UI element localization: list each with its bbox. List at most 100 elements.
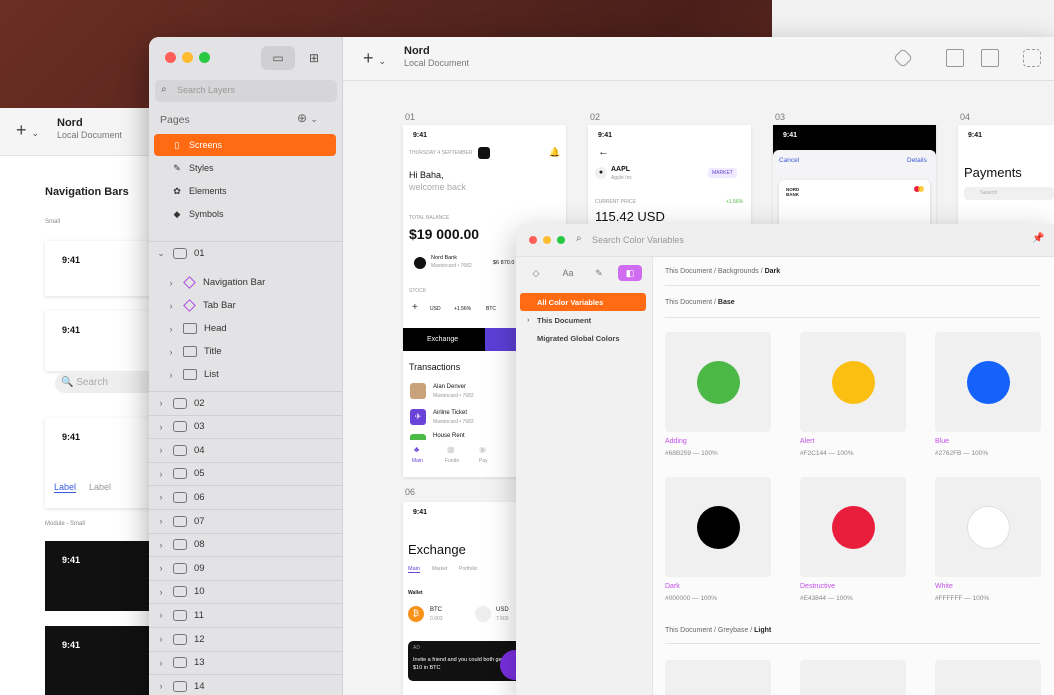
balance-label: TOTAL BALANCE bbox=[409, 215, 450, 221]
artboard-04[interactable]: 9:41 Payments Search bbox=[958, 125, 1054, 235]
minimize-button[interactable] bbox=[543, 236, 551, 244]
color-swatch-card[interactable] bbox=[800, 660, 906, 695]
promo-tag: AD bbox=[413, 645, 420, 651]
layer-navigation-bar[interactable]: › Navigation Bar bbox=[149, 271, 343, 294]
color-swatch-card[interactable] bbox=[665, 332, 771, 432]
page-item-symbols[interactable]: ◆ Symbols bbox=[154, 203, 336, 225]
tab-main: Main bbox=[408, 566, 420, 573]
layer-list[interactable]: › List bbox=[149, 363, 343, 386]
chevron-right-icon[interactable]: › bbox=[155, 422, 167, 432]
layer-artboard-12[interactable]: › 12 bbox=[149, 627, 343, 650]
price-label: CURRENT PRICE bbox=[595, 199, 637, 205]
artboard-icon bbox=[173, 586, 187, 598]
zoom-button[interactable] bbox=[557, 236, 565, 244]
layer-label: 10 bbox=[194, 586, 205, 598]
elements-icon: ✿ bbox=[173, 185, 181, 196]
search-layers-input[interactable]: ⌕ Search Layers bbox=[155, 80, 337, 102]
insert-icon[interactable]: + ⌄ bbox=[363, 48, 386, 69]
page-item-styles[interactable]: ✎ Styles bbox=[154, 157, 336, 179]
layer-artboard-03[interactable]: › 03 bbox=[149, 414, 343, 438]
artboard-number: 02 bbox=[590, 112, 601, 122]
exchange-button[interactable]: Exchange bbox=[403, 328, 485, 351]
pin-icon[interactable]: 📌 bbox=[1032, 233, 1044, 244]
chevron-right-icon[interactable]: › bbox=[155, 634, 167, 644]
artboard-03[interactable]: 9:41 Cancel Details NORD BANK bbox=[773, 125, 936, 235]
bank-line: BANK bbox=[786, 192, 799, 197]
artboard-number: 03 bbox=[775, 112, 786, 122]
sidebar-toggle-icon[interactable]: ▭ bbox=[261, 46, 295, 70]
item-all-color-variables[interactable]: All Color Variables bbox=[520, 293, 646, 311]
add-page-icon[interactable]: ⊕ ⌄ bbox=[297, 111, 318, 125]
layer-artboard-05[interactable]: › 05 bbox=[149, 461, 343, 485]
close-button[interactable] bbox=[529, 236, 537, 244]
chevron-right-icon[interactable]: › bbox=[155, 658, 167, 668]
download-icon[interactable] bbox=[981, 49, 999, 67]
page-item-screens[interactable]: ▯ Screens bbox=[154, 134, 336, 156]
layer-artboard-06[interactable]: › 06 bbox=[149, 485, 343, 508]
chevron-right-icon[interactable]: › bbox=[155, 516, 167, 526]
layer-artboard-08[interactable]: › 08 bbox=[149, 532, 343, 556]
pen-icon[interactable]: ✎ bbox=[587, 265, 611, 281]
layer-artboard-13[interactable]: › 13 bbox=[149, 650, 343, 674]
usd-value: 7 600 bbox=[496, 616, 509, 622]
chevron-right-icon[interactable]: › bbox=[155, 563, 167, 573]
layer-title[interactable]: › Title bbox=[149, 340, 343, 363]
item-this-document[interactable]: › This Document bbox=[520, 311, 646, 329]
artboard-02[interactable]: 9:41 ← ● AAPL Apple Inc MARKET CURRENT P… bbox=[588, 125, 751, 235]
add-icon: + bbox=[412, 302, 418, 313]
symbol-filter-icon[interactable]: ◇ bbox=[524, 265, 548, 281]
artboard-icon bbox=[173, 421, 187, 433]
pages-header: Pages bbox=[160, 114, 190, 126]
item-migrated-global-colors[interactable]: Migrated Global Colors bbox=[520, 329, 646, 347]
layer-head[interactable]: › Head bbox=[149, 317, 343, 340]
chevron-right-icon[interactable]: › bbox=[165, 370, 177, 380]
layer-artboard-02[interactable]: › 02 bbox=[149, 391, 343, 414]
color-swatch-card[interactable] bbox=[935, 660, 1041, 695]
upload-icon[interactable] bbox=[946, 49, 964, 67]
chevron-down-icon[interactable]: ⌄ bbox=[155, 248, 167, 259]
minimize-button[interactable] bbox=[182, 52, 193, 63]
small-label: Small bbox=[45, 219, 61, 225]
color-swatch-card[interactable] bbox=[935, 477, 1041, 577]
breadcrumb-path: This Document / bbox=[665, 299, 718, 306]
chevron-right-icon[interactable]: › bbox=[155, 398, 167, 408]
layer-artboard-01[interactable]: ⌄ 01 bbox=[149, 241, 343, 264]
swatch-icon[interactable]: ◧ bbox=[618, 265, 642, 281]
layer-artboard-10[interactable]: › 10 bbox=[149, 579, 343, 603]
layer-artboard-09[interactable]: › 09 bbox=[149, 556, 343, 579]
color-swatch-card[interactable] bbox=[665, 660, 771, 695]
add-icon[interactable]: + ⌄ bbox=[16, 120, 39, 141]
price-change: +1.56% bbox=[726, 199, 744, 205]
chevron-right-icon[interactable]: › bbox=[155, 492, 167, 502]
text-style-tab[interactable]: Aa bbox=[556, 265, 580, 281]
chevron-right-icon[interactable]: › bbox=[155, 540, 167, 550]
chevron-right-icon[interactable]: › bbox=[165, 301, 177, 311]
components-icon[interactable]: ⊞ bbox=[297, 46, 331, 70]
layer-artboard-07[interactable]: › 07 bbox=[149, 509, 343, 532]
color-swatch-card[interactable] bbox=[800, 332, 906, 432]
time-label: 9:41 bbox=[62, 432, 81, 442]
chevron-right-icon[interactable]: › bbox=[165, 278, 177, 288]
color-swatch-card[interactable] bbox=[800, 477, 906, 577]
layer-artboard-14[interactable]: › 14 bbox=[149, 674, 343, 695]
frame-icon[interactable] bbox=[1023, 49, 1041, 67]
color-swatch-card[interactable] bbox=[935, 332, 1041, 432]
zoom-button[interactable] bbox=[199, 52, 210, 63]
search-color-input[interactable]: Search Color Variables bbox=[592, 235, 684, 245]
layer-artboard-11[interactable]: › 11 bbox=[149, 603, 343, 626]
page-item-elements[interactable]: ✿ Elements bbox=[154, 180, 336, 202]
color-swatch-card[interactable] bbox=[665, 477, 771, 577]
chevron-right-icon[interactable]: › bbox=[155, 610, 167, 620]
chevron-right-icon[interactable]: › bbox=[155, 469, 167, 479]
close-button[interactable] bbox=[165, 52, 176, 63]
chevron-right-icon[interactable]: › bbox=[155, 445, 167, 455]
chevron-right-icon[interactable]: › bbox=[165, 324, 177, 334]
chevron-right-icon[interactable]: › bbox=[527, 315, 530, 324]
swatch-value: #000000 — 100% bbox=[665, 595, 718, 602]
layer-tab-bar[interactable]: › Tab Bar bbox=[149, 294, 343, 317]
bitcoin-icon: ₿ bbox=[408, 606, 424, 622]
chevron-right-icon[interactable]: › bbox=[165, 347, 177, 357]
chevron-right-icon[interactable]: › bbox=[155, 681, 167, 691]
layer-artboard-04[interactable]: › 04 bbox=[149, 438, 343, 461]
chevron-right-icon[interactable]: › bbox=[155, 587, 167, 597]
